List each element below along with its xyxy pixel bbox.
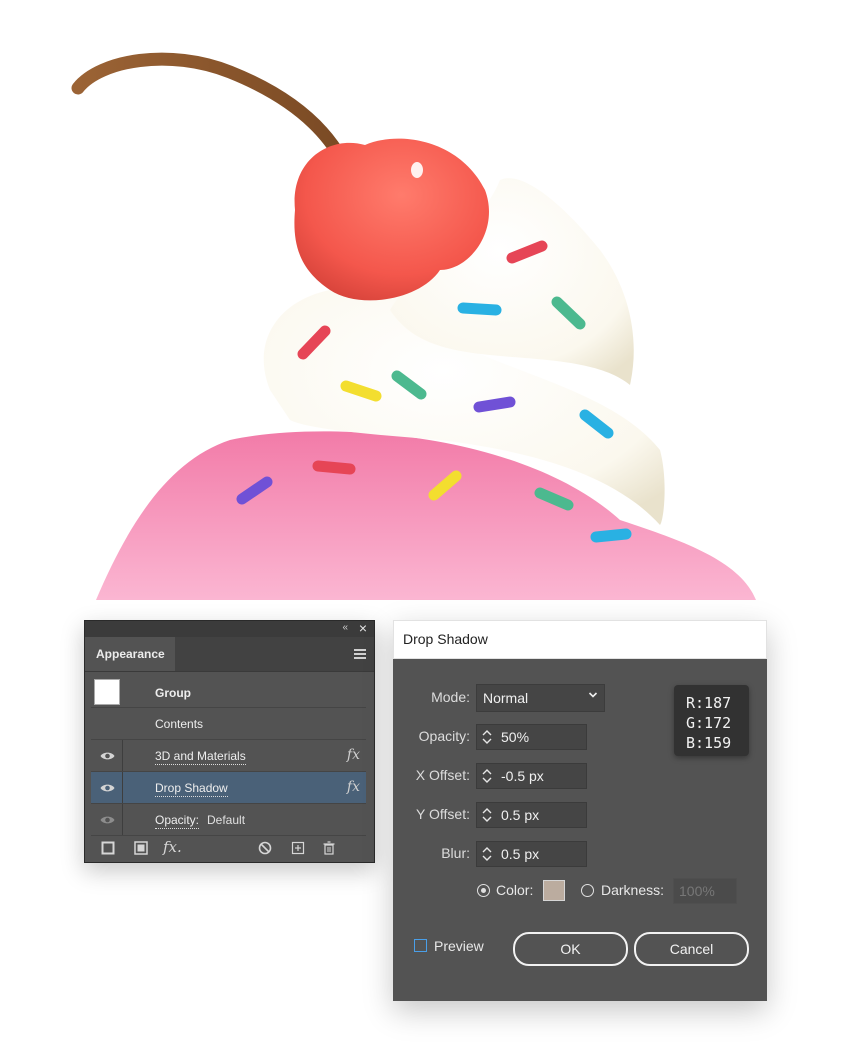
sprinkle [473,396,516,413]
stepper-icon[interactable] [480,766,494,786]
panel-titlebar: « × [85,620,374,637]
cherry-stem [71,52,349,167]
stepper-icon[interactable] [480,805,494,825]
fx-icon[interactable]: fx [347,747,360,763]
appearance-row-drop-shadow[interactable]: Drop Shadow fx [91,772,366,804]
row-divider [122,804,123,835]
y-offset-field[interactable]: 0.5 px [476,802,587,828]
x-offset-label: X Offset: [415,767,470,783]
rgb-b: B:159 [686,734,732,752]
darkness-label: Darkness: [601,882,665,898]
delete-icon[interactable] [322,841,336,855]
cupcake-illustration [71,52,756,600]
ok-button[interactable]: OK [513,932,628,966]
rgb-r: R:187 [686,694,732,712]
mode-select[interactable]: Normal [476,684,605,712]
x-offset-field[interactable]: -0.5 px [476,763,587,789]
appearance-row-3d-materials[interactable]: 3D and Materials fx [91,740,366,772]
close-icon[interactable]: × [359,620,367,636]
row-label: Contents [155,717,204,731]
panel-tabbar: Appearance [85,637,374,672]
blur-label: Blur: [441,845,470,861]
cancel-button[interactable]: Cancel [634,932,749,966]
dialog-title: Drop Shadow [393,620,767,659]
fx-icon[interactable]: fx [347,779,360,795]
opacity-field[interactable]: 50% [476,724,587,750]
panel-bottom-toolbar: fx. [85,834,374,862]
stepper-icon[interactable] [480,727,494,747]
blur-field[interactable]: 0.5 px [476,841,587,867]
preview-checkbox[interactable] [414,939,427,952]
rgb-g: G:172 [686,714,732,732]
group-thumbnail [94,679,120,705]
panel-menu-icon[interactable] [354,649,366,659]
appearance-panel: « × Appearance Group Contents 3D and Mat… [84,620,375,863]
row-divider [122,772,123,803]
shadow-color-swatch[interactable] [543,880,565,901]
row-label[interactable]: Opacity: [155,813,200,829]
add-stroke-icon[interactable] [101,841,115,855]
mode-label: Mode: [431,689,470,705]
row-label[interactable]: Drop Shadow [155,781,228,797]
color-radio[interactable] [477,884,490,897]
clear-appearance-icon[interactable] [258,841,272,855]
appearance-row-opacity[interactable]: Opacity: Default [91,804,366,836]
appearance-rows: Group Contents 3D and Materials fx Drop … [91,676,366,836]
row-divider [122,740,123,771]
blur-value: 0.5 px [501,846,540,862]
cherry-highlight [411,162,423,178]
x-offset-value: -0.5 px [501,768,544,784]
stepper-icon[interactable] [480,844,494,864]
appearance-row-contents[interactable]: Contents [91,708,366,740]
darkness-radio[interactable] [581,884,594,897]
eye-icon[interactable] [100,783,115,793]
add-effect-icon[interactable]: fx. [163,838,185,856]
sprinkle [312,460,356,475]
tab-appearance[interactable]: Appearance [85,637,175,671]
row-label[interactable]: 3D and Materials [155,749,246,765]
mode-value: Normal [483,690,529,706]
collapse-icon[interactable]: « [342,622,348,633]
drop-shadow-dialog: Drop Shadow Mode: Normal Opacity: 50% X … [393,620,767,1001]
opacity-label: Opacity: [418,728,470,744]
row-label: Group [155,686,191,700]
rgb-readout: R:187 G:172 B:159 [674,685,749,756]
sprinkle [590,528,632,543]
darkness-field[interactable]: 100% [673,878,737,904]
sprinkle [457,302,502,316]
eye-icon[interactable] [100,751,115,761]
opacity-value: 50% [501,729,530,745]
y-offset-value: 0.5 px [501,807,540,823]
color-label: Color: [496,882,534,898]
opacity-value: Default [207,813,246,827]
y-offset-label: Y Offset: [416,806,470,822]
add-fill-icon[interactable] [134,841,148,855]
preview-label[interactable]: Preview [434,938,484,954]
duplicate-item-icon[interactable] [291,841,305,855]
appearance-row-group[interactable]: Group [91,676,366,708]
chevron-down-icon [588,692,598,698]
eye-icon[interactable] [100,815,115,825]
